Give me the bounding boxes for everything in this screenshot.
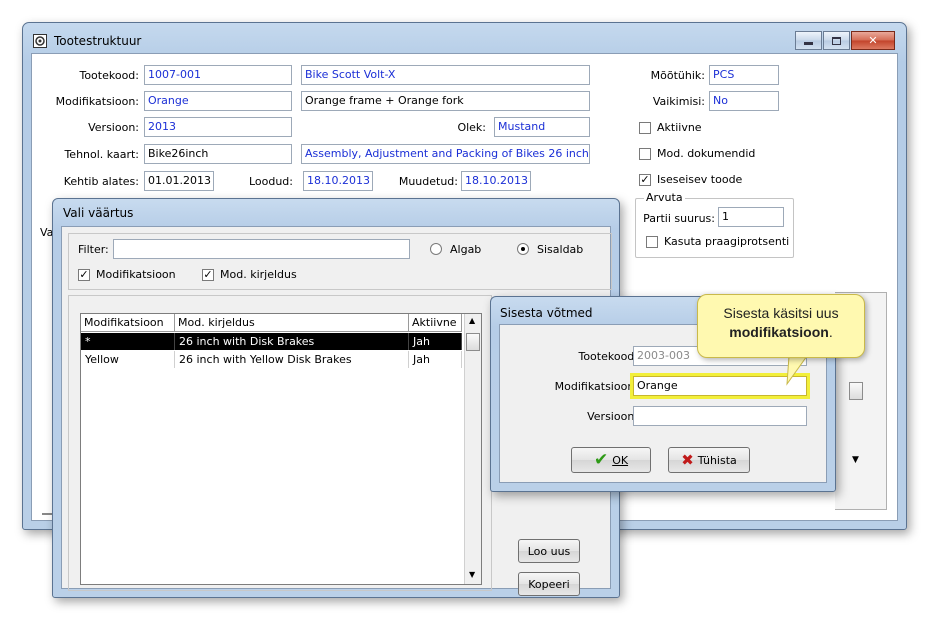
tuhista-label: Tühista xyxy=(697,453,737,467)
filter-label: Filter: xyxy=(78,243,109,256)
mootuhik-field[interactable]: PCS xyxy=(709,65,779,85)
hint-callout: Sisesta käsitsi uus modifikatsioon. xyxy=(697,294,865,358)
scroll-up-icon[interactable]: ▲ xyxy=(469,316,475,325)
cell-mod: * xyxy=(81,333,175,350)
sisesta-versioon-input[interactable] xyxy=(633,406,807,426)
mod-kirjeldus-field[interactable]: Orange frame + Orange fork xyxy=(301,91,590,111)
cell-desc: 26 inch with Yellow Disk Brakes xyxy=(175,351,409,368)
kehtib-alates-field[interactable]: 01.01.2013 xyxy=(144,171,214,191)
olek-field[interactable]: Mustand xyxy=(494,117,590,137)
minimize-button[interactable] xyxy=(795,31,822,50)
cell-active: Jah xyxy=(409,351,462,368)
iseseisev-toode-checkbox[interactable]: ✓ xyxy=(639,174,651,186)
toote-nimi-field[interactable]: Bike Scott Volt-X xyxy=(301,65,590,85)
kehtib-alates-label: Kehtib alates: xyxy=(63,175,139,188)
algab-label: Algab xyxy=(450,243,482,256)
sisesta-versioon-label: Versioon: xyxy=(587,410,638,423)
tehnol-kaart-field[interactable]: Bike26inch xyxy=(144,144,292,164)
cell-desc: 26 inch with Disk Brakes xyxy=(175,333,409,350)
minimize-icon xyxy=(804,42,813,45)
close-button[interactable]: ✕ xyxy=(851,31,895,50)
sisaldab-label: Sisaldab xyxy=(537,243,584,256)
callout-tail xyxy=(786,356,808,386)
aktiivne-label: Aktiivne xyxy=(657,121,702,134)
tuhista-button[interactable]: ✖ Tühista xyxy=(668,447,750,473)
kasuta-praagiprotsenti-label: Kasuta praagiprotsenti xyxy=(664,235,790,248)
col-header-aktiivne[interactable]: Aktiivne xyxy=(409,314,462,332)
cell-mod: Yellow xyxy=(81,351,175,368)
kasuta-praagiprotsenti-checkbox[interactable] xyxy=(646,236,658,248)
callout-line1: Sisesta käsitsi uus xyxy=(723,305,839,321)
vaikimisi-field[interactable]: No xyxy=(709,91,779,111)
tootekood-field[interactable]: 1007-001 xyxy=(144,65,292,85)
algab-radio[interactable] xyxy=(430,243,442,255)
callout-line2: modifikatsioon. xyxy=(698,323,864,342)
grid-scrollbar[interactable]: ▲ ▼ xyxy=(464,314,481,584)
window-title: Tootestruktuur xyxy=(54,34,142,48)
sisesta-modifikatsioon-input[interactable]: Orange xyxy=(633,376,807,396)
mod-dokumendid-checkbox[interactable] xyxy=(639,148,651,160)
close-icon: ✕ xyxy=(868,34,878,47)
col-header-modifikatsioon[interactable]: Modifikatsioon xyxy=(81,314,175,332)
sisesta-tootekood-label: Tootekood: xyxy=(578,350,638,363)
filter-mod-kirjeldus-checkbox[interactable]: ✓ xyxy=(202,269,214,281)
hidden-scroll-thumb[interactable] xyxy=(849,382,863,400)
partii-suurus-label: Partii suurus: xyxy=(643,212,715,225)
aktiivne-checkbox[interactable] xyxy=(639,122,651,134)
versioon-label: Versioon: xyxy=(88,121,139,134)
tootekood-label: Tootekood: xyxy=(79,69,139,82)
modifikatsioon-label: Modifikatsioon: xyxy=(55,95,139,108)
partii-suurus-field[interactable]: 1 xyxy=(718,207,784,227)
sisesta-modifikatsioon-label: Modifikatsioon: xyxy=(554,380,638,393)
scroll-down-icon[interactable]: ▼ xyxy=(469,570,475,579)
filter-input[interactable] xyxy=(113,239,410,259)
sisaldab-radio[interactable] xyxy=(517,243,529,255)
mod-dokumendid-label: Mod. dokumendid xyxy=(657,147,756,160)
grid-scroll-thumb[interactable] xyxy=(466,333,480,351)
arvuta-group-title: Arvuta xyxy=(644,191,685,204)
kopeeri-button[interactable]: Kopeeri xyxy=(518,572,580,596)
chevron-down-icon[interactable]: ▼ xyxy=(852,455,859,465)
cancel-x-icon: ✖ xyxy=(681,451,694,469)
maximize-button[interactable] xyxy=(823,31,850,50)
sisesta-dialog-title: Sisesta võtmed xyxy=(500,306,593,320)
callout-emphasis: modifikatsioon xyxy=(729,324,829,340)
app-icon xyxy=(33,34,47,48)
filter-modifikatsioon-label: Modifikatsioon xyxy=(96,268,176,281)
filter-modifikatsioon-checkbox[interactable]: ✓ xyxy=(78,269,90,281)
muudetud-field: 18.10.2013 xyxy=(461,171,531,191)
mootuhik-label: Mõõtühik: xyxy=(650,69,705,82)
cell-active: Jah xyxy=(409,333,462,350)
maximize-icon xyxy=(832,36,841,45)
vali-dialog-title: Vali väärtus xyxy=(63,206,134,220)
muudetud-label: Muudetud: xyxy=(398,175,458,188)
loo-uus-button[interactable]: Loo uus xyxy=(518,539,580,563)
col-header-mod-kirjeldus[interactable]: Mod. kirjeldus xyxy=(175,314,409,332)
iseseisev-toode-label: Iseseisev toode xyxy=(657,173,743,186)
tehnol-kaart-label: Tehnol. kaart: xyxy=(64,148,139,161)
modifikatsioon-field[interactable]: Orange xyxy=(144,91,292,111)
values-grid: Modifikatsioon Mod. kirjeldus Aktiivne *… xyxy=(80,313,482,585)
ok-label: OK xyxy=(612,453,629,467)
checkmark-icon: ✔ xyxy=(593,450,609,470)
loodud-field: 18.10.2013 xyxy=(303,171,373,191)
ok-button[interactable]: ✔ OK xyxy=(571,447,651,473)
callout-period: . xyxy=(828,324,833,340)
filter-mod-kirjeldus-label: Mod. kirjeldus xyxy=(220,268,297,281)
versioon-field[interactable]: 2013 xyxy=(144,117,292,137)
tehnol-kirjeldus-field[interactable]: Assembly, Adjustment and Packing of Bike… xyxy=(301,144,590,164)
loodud-label: Loodud: xyxy=(248,175,293,188)
vaikimisi-label: Vaikimisi: xyxy=(652,95,705,108)
olek-label: Olek: xyxy=(457,121,486,134)
